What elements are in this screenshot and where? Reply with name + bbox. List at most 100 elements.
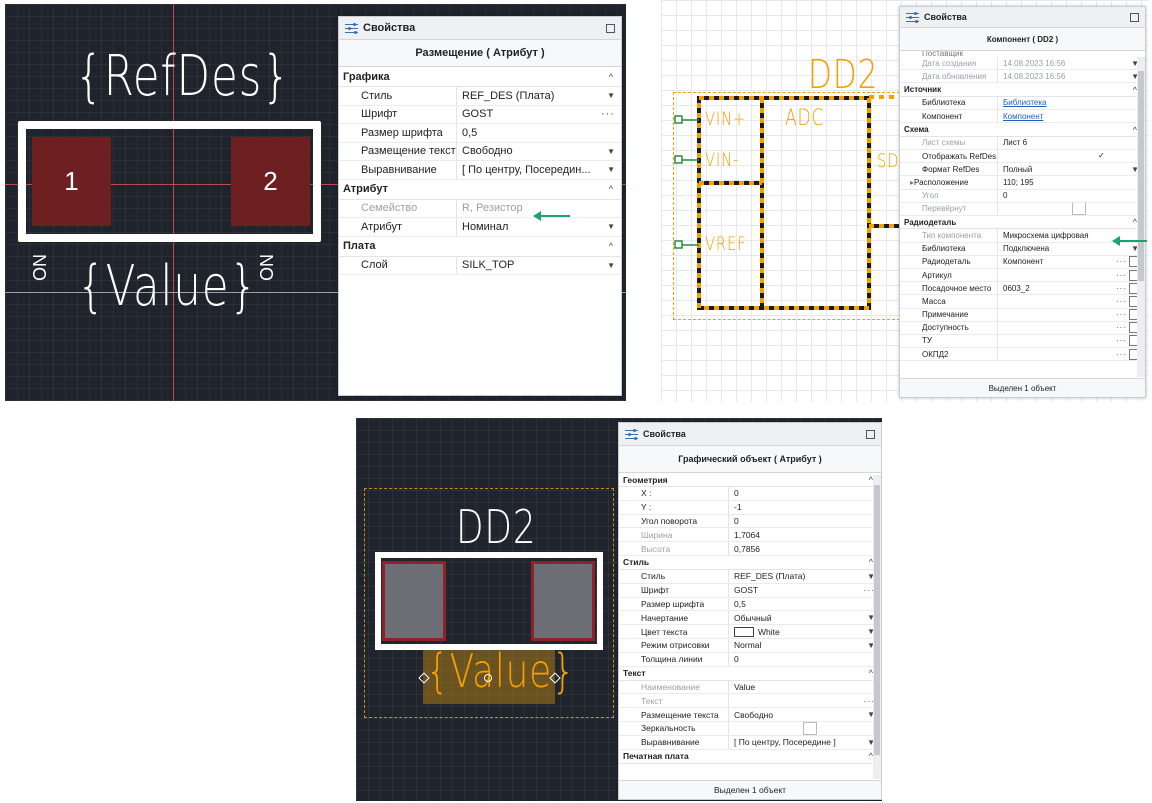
property-value[interactable]: [ По центру, Посередине ] ▼ [729,736,881,749]
property-value[interactable]: Обычный ▼ [729,611,881,624]
property-row[interactable]: Режим отрисовки Normal ▼ [619,638,881,653]
property-value[interactable]: Normal ▼ [729,639,881,652]
scrollbar[interactable] [873,475,881,779]
property-value[interactable] [729,721,881,735]
group-радиодеталь[interactable]: Радиодеталь ^ [900,215,1145,230]
property-value[interactable]: 0,5 [729,598,881,611]
property-row[interactable]: Библиотека Подключена ▼ [900,242,1145,256]
property-value[interactable]: 1,7064 [729,528,881,541]
property-row[interactable]: Библиотека Библиотека [900,96,1145,111]
chevron-down-icon[interactable]: ▼ [607,91,615,100]
property-value[interactable]: 0603_2 ··· [998,282,1145,294]
property-row[interactable]: Размещение текста Свободно ▼ [619,708,881,722]
property-value[interactable]: [ По центру, Посередин... ▼ [457,161,621,179]
property-value[interactable]: Свободно ▼ [457,143,621,161]
group-схема[interactable]: Схема ^ [900,123,1145,137]
property-row[interactable]: Зеркальность [619,721,881,736]
ellipsis-button[interactable]: ··· [1116,271,1127,280]
group-плата[interactable]: Плата ^ [339,236,621,257]
property-value[interactable]: Компонент [998,110,1145,122]
property-value[interactable]: White ▼ [729,625,881,638]
property-value[interactable]: ··· [998,348,1145,360]
property-value[interactable]: ✓ [998,150,1145,162]
property-row[interactable]: Масса ··· [900,295,1145,309]
ellipsis-button[interactable]: ··· [1116,323,1127,332]
checkbox[interactable] [803,721,817,735]
property-row[interactable]: Размер шрифта 0,5 [339,124,621,143]
property-value[interactable]: ··· [998,322,1145,334]
pad-2[interactable] [531,561,595,641]
property-row[interactable]: Отображать RefDes ✓ [900,149,1145,164]
property-value[interactable]: ··· [729,694,881,707]
property-value-text[interactable]: Компонент [1003,112,1043,121]
pad-2[interactable]: 2 [231,137,310,226]
property-row[interactable]: Доступность ··· [900,321,1145,335]
property-value[interactable]: 14.08.2023 16:56 ▼ [998,57,1145,69]
property-row[interactable]: Высота 0,7856 [619,542,881,556]
ellipsis-button[interactable]: ··· [1116,297,1127,306]
ellipsis-button[interactable]: ··· [1116,350,1127,359]
property-value[interactable]: 0 [729,515,881,528]
property-value[interactable]: 110; 195 [998,176,1145,188]
ellipsis-button[interactable]: ··· [1116,336,1127,345]
property-row[interactable]: Дата создания 14.08.2023 16:56 ▼ [900,57,1145,71]
property-value[interactable]: REF_DES (Плата) ▼ [457,87,621,105]
chevron-down-icon[interactable]: ▼ [607,222,615,231]
property-value[interactable]: ··· [998,269,1145,281]
property-row[interactable]: Угол 0 [900,189,1145,203]
group-источник[interactable]: Источник ^ [900,83,1145,97]
group-геометрия[interactable]: Геометрия ^ [619,473,881,487]
checkbox[interactable] [1072,202,1086,215]
property-row[interactable]: Стиль REF_DES (Плата) ▼ [339,87,621,106]
property-value[interactable]: 0 [729,653,881,666]
property-row[interactable]: Толщина линии 0 [619,652,881,667]
property-value[interactable]: Библиотека [998,97,1145,109]
ellipsis-button[interactable]: ··· [1116,257,1127,266]
property-value[interactable]: ··· [998,335,1145,347]
property-row[interactable]: Выравнивание [ По центру, Посередине ] ▼ [619,735,881,750]
property-row[interactable]: Слой SILK_TOP ▼ [339,256,621,275]
property-value[interactable]: ··· [998,295,1145,307]
restore-icon[interactable] [606,23,615,33]
collapse-icon[interactable]: ^ [609,184,613,194]
property-value[interactable]: Компонент ··· [998,256,1145,268]
property-row[interactable]: Стиль REF_DES (Плата) ▼ [619,569,881,584]
property-value[interactable]: GOST ··· [457,106,621,124]
property-row[interactable]: Лист схемы Лист 6 [900,136,1145,150]
property-row[interactable]: Цвет текста White ▼ [619,625,881,639]
group-стиль[interactable]: Стиль ^ [619,555,881,570]
ellipsis-button[interactable]: ··· [601,108,615,120]
property-row[interactable]: Выравнивание [ По центру, Посередин... ▼ [339,161,621,180]
property-row[interactable]: Шрифт GOST ··· [619,583,881,598]
property-row[interactable]: Артикул ··· [900,268,1145,283]
property-row[interactable]: Семейство R, Резистор [339,199,621,218]
property-value[interactable]: 14.08.2023 16:56 ▼ [998,70,1145,82]
pad-1[interactable]: 1 [32,137,111,226]
property-row[interactable]: ТУ ··· [900,334,1145,349]
property-row[interactable]: Посадочное место 0603_2 ··· [900,282,1145,296]
property-row[interactable]: Наименование Value [619,680,881,695]
property-value[interactable]: GOST ··· [729,584,881,597]
property-row[interactable]: Размещение текста Свободно ▼ [339,142,621,161]
property-row[interactable]: Тип компонента Микросхема цифровая [900,229,1145,243]
property-value[interactable]: Свободно ▼ [729,708,881,721]
property-row[interactable]: ▸ Расположение 110; 195 [900,176,1145,190]
property-row[interactable]: Атрибут Номинал ▼ [339,218,621,237]
property-row[interactable]: X : 0 [619,487,881,501]
property-value[interactable]: SILK_TOP ▼ [457,257,621,275]
grip-center[interactable] [484,674,492,682]
restore-icon[interactable] [1130,12,1139,22]
chevron-down-icon[interactable]: ▼ [607,147,615,156]
chevron-down-icon[interactable]: ▼ [607,165,615,174]
ellipsis-button[interactable]: ··· [1116,284,1127,293]
property-row[interactable]: ОКПД2 ··· [900,348,1145,362]
property-row[interactable]: Y : -1 [619,500,881,515]
property-row[interactable]: Шрифт GOST ··· [339,105,621,124]
ellipsis-button[interactable]: ··· [1116,310,1127,319]
restore-icon[interactable] [866,429,875,439]
property-value[interactable]: 0,7856 [729,542,881,555]
property-row[interactable]: Радиодеталь Компонент ··· [900,255,1145,269]
property-row[interactable]: Дата обновления 14.08.2023 16:56 ▼ [900,70,1145,84]
property-row[interactable]: Ширина 1,7064 [619,528,881,543]
collapse-icon[interactable]: ^ [609,72,613,82]
